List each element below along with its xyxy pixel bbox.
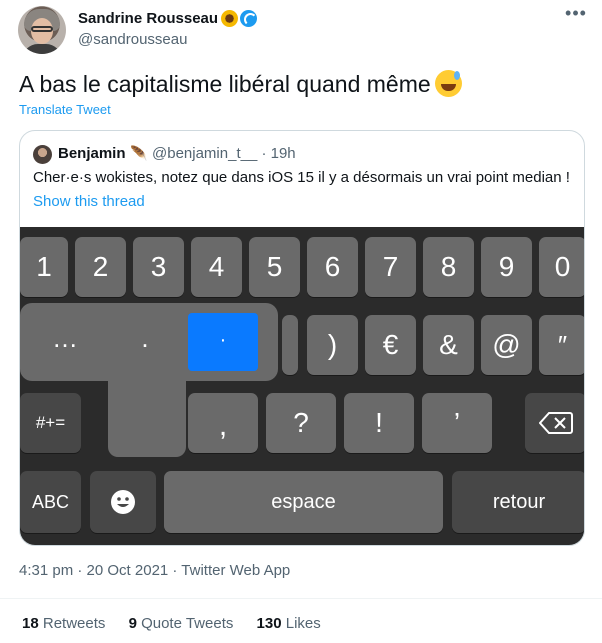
sweat-smile-icon — [434, 70, 462, 97]
key-comma-label: , — [218, 409, 228, 442]
translate-tweet-link[interactable]: Translate Tweet — [19, 102, 111, 117]
key-close-paren: ) — [307, 315, 358, 375]
key-euro-label: € — [382, 329, 399, 360]
key-quote-label: ″ — [557, 330, 568, 360]
key-close-paren-label: ) — [327, 329, 338, 360]
tweet-text: A bas le capitalisme libéral quand même — [19, 70, 462, 98]
key-at-label: @ — [492, 329, 521, 360]
backspace-icon — [538, 412, 573, 434]
popup-option-median-dot-selected: · — [188, 313, 258, 371]
likes-count: 130 — [256, 615, 282, 632]
popup-option-ellipsis: … — [52, 323, 78, 353]
author-avatar[interactable] — [18, 6, 66, 54]
key-apostrophe-label: ’ — [453, 407, 461, 438]
retweets-stat[interactable]: 18 Retweets — [22, 615, 105, 632]
author-name[interactable]: Sandrine Rousseau — [78, 10, 218, 27]
key-7: 7 — [365, 237, 416, 297]
key-exclamation-label: ! — [375, 407, 383, 438]
key-ampersand: & — [423, 315, 474, 375]
quote-tweets-stat[interactable]: 9 Quote Tweets — [129, 615, 234, 632]
key-3-label: 3 — [150, 251, 167, 282]
avatar-shirt — [22, 44, 62, 54]
sunflower-icon — [221, 9, 238, 27]
key-comma: , — [188, 393, 258, 453]
key-0: 0 — [539, 237, 584, 297]
likes-label: Likes — [285, 615, 321, 632]
key-2-label: 2 — [92, 251, 109, 282]
key-8: 8 — [423, 237, 474, 297]
key-at: @ — [481, 315, 532, 375]
keyboard-image[interactable]: 1 2 3 4 5 6 7 8 9 0 ) € & @ ″ #+= , ? ! … — [20, 227, 584, 545]
key-6: 6 — [307, 237, 358, 297]
key-2: 2 — [75, 237, 126, 297]
smiley-icon — [111, 490, 135, 514]
key-1: 1 — [20, 237, 68, 297]
quoted-author-handle-time[interactable]: @benjamin_t__ · 19h — [152, 145, 296, 162]
feather-icon: 🪶 — [130, 145, 148, 161]
key-question-label: ? — [293, 407, 309, 438]
key-1-label: 1 — [36, 251, 52, 282]
key-4-label: 4 — [208, 251, 225, 282]
key-5-label: 5 — [266, 251, 283, 282]
tweet-text-content: A bas le capitalisme libéral quand même — [19, 71, 431, 97]
quoted-tweet-card[interactable]: Benjamin 🪶 @benjamin_t__ · 19h Cher·e·s … — [19, 130, 585, 546]
key-7-label: 7 — [382, 251, 399, 282]
key-9-label: 9 — [498, 251, 515, 282]
quoted-author-avatar[interactable] — [33, 145, 52, 164]
key-space: espace — [164, 471, 443, 533]
likes-stat[interactable]: 130 Likes — [257, 615, 321, 632]
popup-option-period: . — [141, 323, 149, 353]
key-return: retour — [452, 471, 584, 533]
punctuation-popup-stem — [108, 367, 186, 457]
avatar-glasses — [31, 26, 53, 32]
key-8-label: 8 — [440, 251, 457, 282]
key-shift-symbols: #+= — [20, 393, 81, 453]
quote-tweets-label: Quote Tweets — [141, 615, 234, 632]
key-question: ? — [266, 393, 336, 453]
retweets-label: Retweets — [42, 615, 106, 632]
author-handle[interactable]: @sandrousseau — [78, 31, 187, 48]
key-6-label: 6 — [324, 251, 341, 282]
key-abc: ABC — [20, 471, 81, 533]
key-space-label: espace — [271, 491, 336, 513]
key-emoji — [90, 471, 156, 533]
key-apostrophe: ’ — [422, 393, 492, 453]
tweet-stats: 18 Retweets 9 Quote Tweets 130 Likes — [22, 615, 340, 632]
more-options-icon[interactable]: ••• — [565, 4, 587, 28]
key-shift-symbols-label: #+= — [35, 413, 66, 432]
key-3: 3 — [133, 237, 184, 297]
water-wave-icon — [240, 9, 257, 27]
key-quote: ″ — [539, 315, 584, 375]
retweets-count: 18 — [22, 615, 39, 632]
key-return-label: retour — [492, 491, 546, 513]
key-4: 4 — [191, 237, 242, 297]
tweet-timestamp[interactable]: 4:31 pm · 20 Oct 2021 · Twitter Web App — [19, 562, 290, 579]
key-ampersand-label: & — [439, 329, 458, 360]
quote-tweets-count: 9 — [128, 615, 137, 632]
key-partial — [282, 315, 298, 375]
show-thread-link[interactable]: Show this thread — [33, 193, 145, 210]
key-0-label: 0 — [554, 251, 571, 282]
quoted-author-name[interactable]: Benjamin — [58, 145, 126, 162]
key-5: 5 — [249, 237, 300, 297]
key-euro: € — [365, 315, 416, 375]
key-abc-label: ABC — [31, 492, 69, 512]
key-9: 9 — [481, 237, 532, 297]
stats-divider — [0, 598, 602, 599]
key-exclamation: ! — [344, 393, 414, 453]
author-emoji-group — [221, 9, 257, 27]
quoted-tweet-text: Cher·e·s wokistes, notez que dans iOS 15… — [33, 169, 570, 186]
key-delete — [525, 393, 584, 453]
